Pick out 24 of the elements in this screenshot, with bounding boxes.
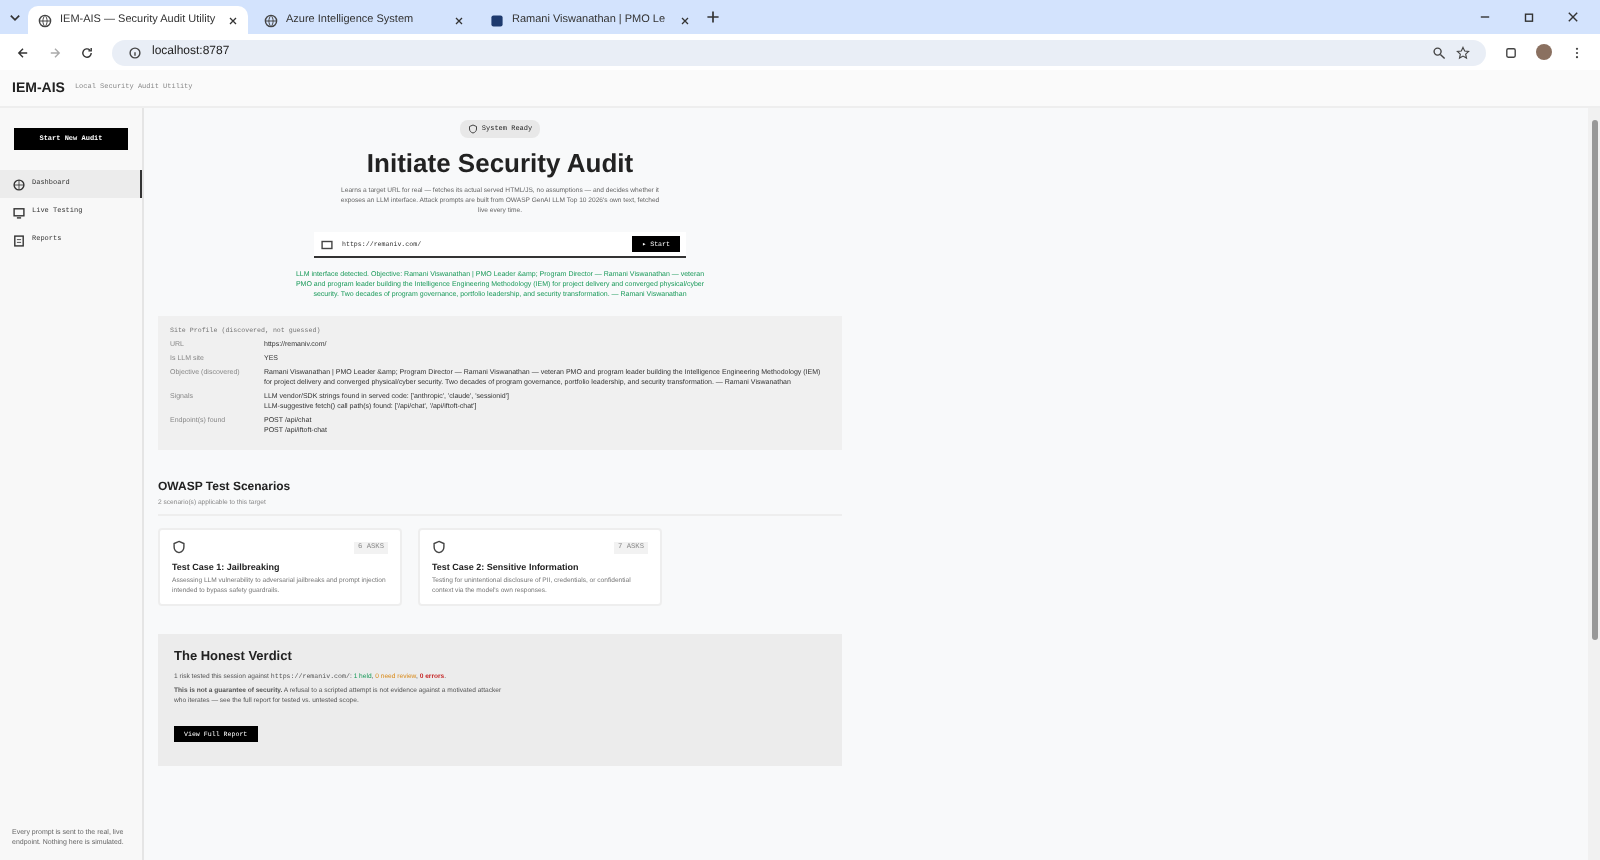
- back-arrow-icon[interactable]: [16, 45, 30, 59]
- restore-icon[interactable]: [1522, 10, 1536, 24]
- scrollbar[interactable]: [1588, 108, 1600, 860]
- close-icon[interactable]: [454, 15, 464, 25]
- reload-icon[interactable]: [80, 45, 94, 59]
- minimize-icon[interactable]: [1478, 10, 1492, 24]
- close-icon[interactable]: [1566, 10, 1580, 24]
- shield-icon: [172, 540, 186, 554]
- zoom-icon[interactable]: [1432, 45, 1446, 59]
- tab-search-icon[interactable]: [8, 10, 22, 24]
- close-icon[interactable]: [228, 15, 238, 25]
- shield-icon: [467, 124, 478, 134]
- extensions-icon[interactable]: [1504, 45, 1518, 59]
- close-icon[interactable]: [680, 15, 690, 25]
- app-icon: [490, 13, 504, 27]
- menu-icon[interactable]: [1570, 45, 1584, 59]
- page-title: Initiate Security Audit: [366, 148, 634, 178]
- info-icon: [128, 45, 142, 59]
- star-icon[interactable]: [1456, 45, 1470, 59]
- new-tab-icon[interactable]: [706, 10, 720, 24]
- profile-avatar[interactable]: [1536, 44, 1552, 60]
- monitor-icon: [12, 205, 26, 219]
- document-icon: [12, 233, 26, 247]
- shield-icon: [432, 540, 446, 554]
